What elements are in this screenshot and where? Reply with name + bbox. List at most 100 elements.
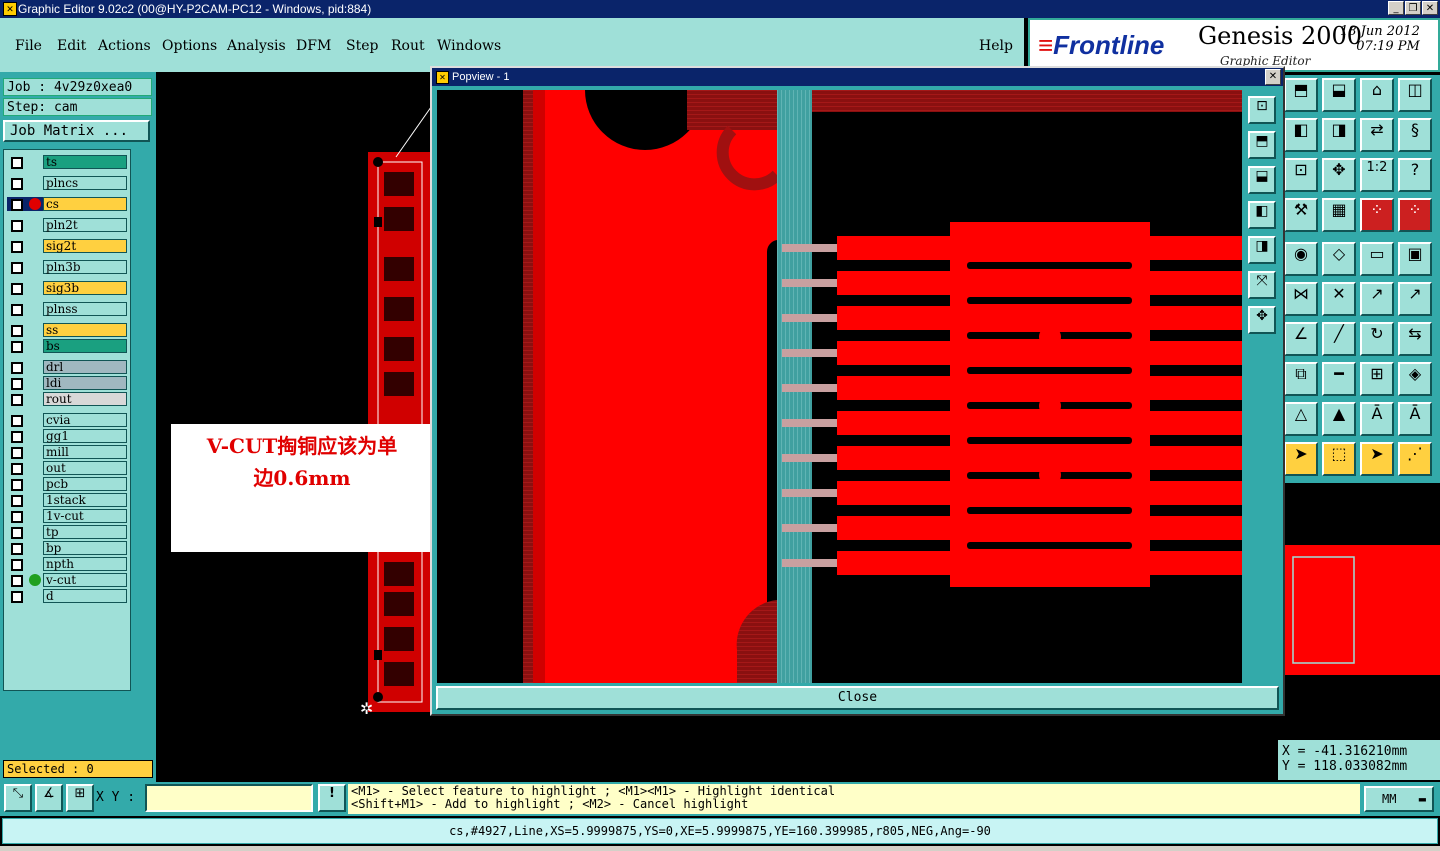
pan-right-icon[interactable]: ◨ xyxy=(1322,118,1356,152)
arc-icon[interactable]: ↻ xyxy=(1360,322,1394,356)
window-icon[interactable]: ◫ xyxy=(1398,78,1432,112)
popview-canvas[interactable] xyxy=(437,90,1242,683)
layer-row-tp[interactable]: tp xyxy=(7,525,127,539)
measure-icon[interactable]: ⚒ xyxy=(1284,198,1318,232)
layer-checkbox[interactable] xyxy=(11,262,23,274)
layer-name[interactable]: v-cut xyxy=(43,573,127,587)
group-icon[interactable]: ◈ xyxy=(1398,362,1432,396)
layer-checkbox[interactable] xyxy=(11,511,23,523)
layer-name[interactable]: npth xyxy=(43,557,127,571)
popview-close-icon[interactable]: ✕ xyxy=(1265,69,1281,85)
menu-edit[interactable]: Edit xyxy=(57,38,86,54)
layer-checkbox[interactable] xyxy=(11,575,23,587)
xy-input[interactable] xyxy=(145,784,313,812)
snap-pads-icon[interactable]: ⁘ xyxy=(1398,198,1432,232)
layer-row-sig2t[interactable]: sig2t xyxy=(7,239,127,253)
frame-icon[interactable]: ▣ xyxy=(1398,242,1432,276)
zoom-fit-icon[interactable]: ⬒ xyxy=(1284,78,1318,112)
center-icon[interactable]: ✥ xyxy=(1322,158,1356,192)
layer-row-cs[interactable]: cs xyxy=(7,197,127,211)
layer-checkbox[interactable] xyxy=(11,157,23,169)
move-pad-icon[interactable]: ↗ xyxy=(1360,282,1394,316)
select-nodes-icon[interactable]: ⋰ xyxy=(1398,442,1432,476)
menu-options[interactable]: Options xyxy=(162,38,217,54)
layer-name[interactable]: d xyxy=(43,589,127,603)
layer-checkbox[interactable] xyxy=(11,362,23,374)
snap-icon[interactable]: ⁘ xyxy=(1360,198,1394,232)
layer-checkbox[interactable] xyxy=(11,378,23,390)
layer-name[interactable]: ss xyxy=(43,323,127,337)
layer-name[interactable]: ts xyxy=(43,155,127,169)
triangle-b-icon[interactable]: Ā xyxy=(1398,402,1432,436)
layer-name[interactable]: drl xyxy=(43,360,127,374)
layer-checkbox[interactable] xyxy=(11,543,23,555)
popview-close-button[interactable]: Close xyxy=(436,686,1279,710)
layer-row-bp[interactable]: bp xyxy=(7,541,127,555)
trace-icon[interactable]: ━ xyxy=(1322,362,1356,396)
scale-1-2-icon[interactable]: 1:2 xyxy=(1360,158,1394,192)
pop-pan-down-icon[interactable]: ⬓ xyxy=(1248,166,1276,194)
layer-row-1stack[interactable]: 1stack xyxy=(7,493,127,507)
layer-checkbox[interactable] xyxy=(11,394,23,406)
layer-checkbox[interactable] xyxy=(11,447,23,459)
layer-name[interactable]: plncs xyxy=(43,176,127,190)
layer-checkbox[interactable] xyxy=(11,415,23,427)
layer-name[interactable]: bs xyxy=(43,339,127,353)
layer-checkbox[interactable] xyxy=(11,559,23,571)
grid-icon[interactable]: ▦ xyxy=(1322,198,1356,232)
layer-name[interactable]: 1stack xyxy=(43,493,127,507)
layer-checkbox[interactable] xyxy=(11,199,23,211)
layer-checkbox[interactable] xyxy=(11,431,23,443)
layer-row-pln2t[interactable]: pln2t xyxy=(7,218,127,232)
help-query-icon[interactable]: ? xyxy=(1398,158,1432,192)
layer-row-ts[interactable]: ts xyxy=(7,155,127,169)
layer-row-ldi[interactable]: ldi xyxy=(7,376,127,390)
layer-name[interactable]: pln3b xyxy=(43,260,127,274)
pan-left-icon[interactable]: ◧ xyxy=(1284,118,1318,152)
zoom-area-icon[interactable]: ⤡ xyxy=(4,784,32,812)
menu-help[interactable]: Help xyxy=(979,38,1013,54)
menu-file[interactable]: File xyxy=(15,38,42,54)
triangle-a-icon[interactable]: Ā xyxy=(1360,402,1394,436)
layer-row-plncs[interactable]: plncs xyxy=(7,176,127,190)
mirror-icon[interactable]: ⇆ xyxy=(1398,322,1432,356)
layer-row-sig3b[interactable]: sig3b xyxy=(7,281,127,295)
layer-row-mill[interactable]: mill xyxy=(7,445,127,459)
layer-row-out[interactable]: out xyxy=(7,461,127,475)
layer-name[interactable]: mill xyxy=(43,445,127,459)
layer-row-cvia[interactable]: cvia xyxy=(7,413,127,427)
select-pointer-icon[interactable]: ➤ xyxy=(1360,442,1394,476)
layer-row-rout[interactable]: rout xyxy=(7,392,127,406)
pop-fit-icon[interactable]: ⤧ xyxy=(1248,271,1276,299)
layer-name[interactable]: sig2t xyxy=(43,239,127,253)
layer-name[interactable]: ldi xyxy=(43,376,127,390)
layer-name[interactable]: bp xyxy=(43,541,127,555)
layer-row-bs[interactable]: bs xyxy=(7,339,127,353)
home-icon[interactable]: ⌂ xyxy=(1360,78,1394,112)
close-window-button[interactable]: ✕ xyxy=(1422,1,1438,15)
layer-row-d[interactable]: d xyxy=(7,589,127,603)
layer-name[interactable]: gg1 xyxy=(43,429,127,443)
layer-checkbox[interactable] xyxy=(11,463,23,475)
swap-icon[interactable]: ⇄ xyxy=(1360,118,1394,152)
menu-analysis[interactable]: Analysis xyxy=(227,38,286,54)
restore-button[interactable]: ❐ xyxy=(1405,1,1421,15)
layer-checkbox[interactable] xyxy=(11,341,23,353)
zoom-in-icon[interactable]: ⊡ xyxy=(1284,158,1318,192)
menu-actions[interactable]: Actions xyxy=(98,38,151,54)
add-pad-icon[interactable]: ↗ xyxy=(1398,282,1432,316)
warning-icon[interactable]: ! xyxy=(318,784,346,812)
layer-name[interactable]: 1v-cut xyxy=(43,509,127,523)
minimize-button[interactable]: _ xyxy=(1388,1,1404,15)
pop-pan-right-icon[interactable]: ◨ xyxy=(1248,236,1276,264)
draw-outline-icon[interactable]: ◇ xyxy=(1322,242,1356,276)
layer-name[interactable]: cvia xyxy=(43,413,127,427)
triangle-icon[interactable]: △ xyxy=(1284,402,1318,436)
layer-name[interactable]: pcb xyxy=(43,477,127,491)
pop-zoom-icon[interactable]: ⊡ xyxy=(1248,96,1276,124)
layer-name[interactable]: rout xyxy=(43,392,127,406)
layer-name[interactable]: sig3b xyxy=(43,281,127,295)
layer-name[interactable]: pln2t xyxy=(43,218,127,232)
layer-checkbox[interactable] xyxy=(11,304,23,316)
redraw-icon[interactable]: § xyxy=(1398,118,1432,152)
